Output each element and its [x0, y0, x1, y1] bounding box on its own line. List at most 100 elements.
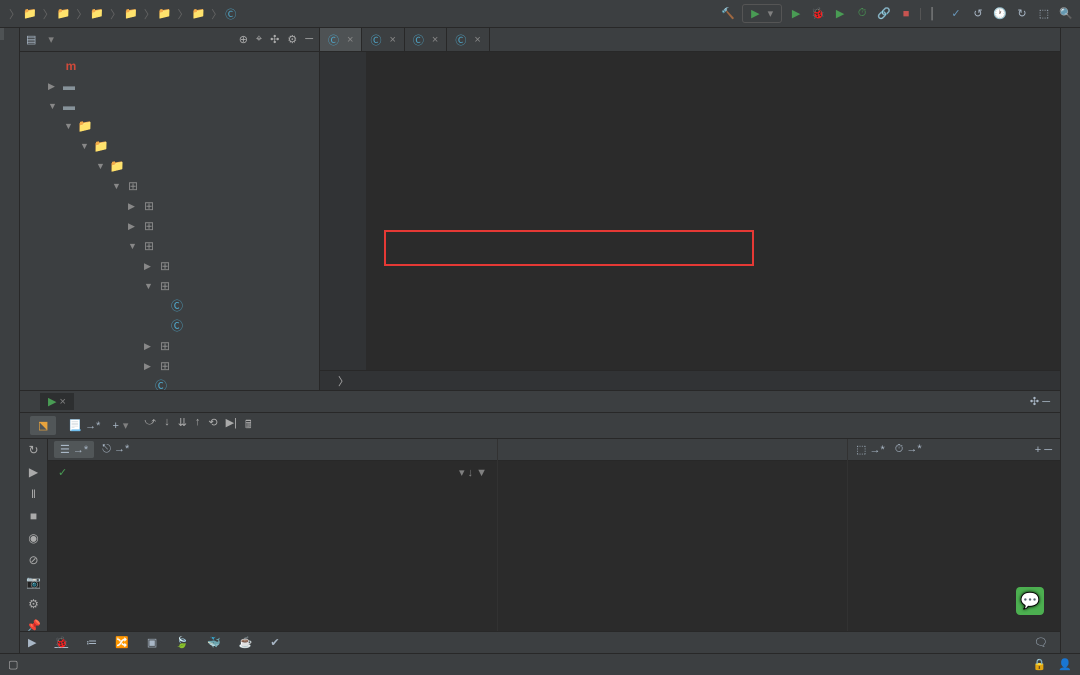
select-opened-icon[interactable]: ⌖: [256, 33, 262, 46]
add-watch-icon[interactable]: + ─: [1035, 444, 1052, 456]
tree-module[interactable]: ▶▬: [20, 76, 319, 96]
git-revert-icon[interactable]: ↻: [1014, 6, 1030, 22]
breakpoints-button[interactable]: ◉: [28, 531, 38, 545]
bottom-tab-todo[interactable]: ≔: [86, 636, 101, 649]
step-into-icon[interactable]: ↓: [164, 416, 170, 435]
settings-button[interactable]: ⚙: [28, 597, 39, 611]
tree-package[interactable]: ▶⊞: [20, 216, 319, 236]
editor-content[interactable]: [320, 52, 1060, 370]
status-icon[interactable]: ▢: [8, 658, 18, 671]
stop-button[interactable]: ■: [30, 509, 37, 523]
event-log[interactable]: 🗨: [1034, 636, 1052, 649]
tree-file[interactable]: m: [20, 56, 319, 76]
breadcrumb-item[interactable]: 📁: [23, 7, 40, 20]
dump-button[interactable]: 📷: [26, 575, 41, 589]
mute-breakpoints-button[interactable]: ⊘: [28, 553, 38, 567]
stop-button[interactable]: ■: [898, 6, 914, 22]
tree-package[interactable]: ▶⊞: [20, 196, 319, 216]
bottom-tab-run[interactable]: ▶: [28, 636, 40, 649]
frames-tab[interactable]: ☰ →*: [54, 441, 94, 458]
tab-database[interactable]: [1061, 40, 1080, 52]
project-tree[interactable]: m ▶▬ ▼▬ ▼📁 ▼📁 ▼📁 ▼⊞ ▶⊞ ▶⊞ ▼⊞ ▶⊞ ▼⊞ Ⓒ Ⓒ ▶…: [20, 52, 319, 390]
hector-icon[interactable]: 👤: [1058, 658, 1072, 671]
run-to-cursor-icon[interactable]: ▶|: [226, 416, 237, 435]
tab-structure[interactable]: [0, 40, 4, 52]
bottom-tab-debug[interactable]: 🐞: [54, 636, 72, 649]
editor-tab[interactable]: Ⓒ×: [362, 28, 404, 51]
step-over-icon[interactable]: ⤻: [144, 416, 156, 435]
hide-icon[interactable]: ✣: [270, 33, 279, 46]
tree-package[interactable]: ▼⊞: [20, 236, 319, 256]
threads-tab[interactable]: ⎋ →*: [102, 443, 129, 456]
bottom-tab-vcs[interactable]: 🔀: [115, 636, 133, 649]
tree-package[interactable]: ▶⊞: [20, 336, 319, 356]
frames-list[interactable]: [48, 484, 497, 653]
run-button[interactable]: ▶: [788, 6, 804, 22]
tree-package[interactable]: ▶⊞: [20, 256, 319, 276]
editor-breadcrumb[interactable]: 〉: [320, 370, 1060, 390]
git-history-icon[interactable]: 🕐: [992, 6, 1008, 22]
tree-package[interactable]: ▼⊞: [20, 276, 319, 296]
rerun-button[interactable]: ↻: [28, 443, 38, 457]
code-view[interactable]: [366, 52, 1060, 370]
tab-favorites[interactable]: [0, 52, 4, 64]
attach-button[interactable]: 🔗: [876, 6, 892, 22]
pause-button[interactable]: ‖: [31, 487, 36, 501]
line-gutter[interactable]: [320, 52, 366, 370]
minimize-icon[interactable]: ✣ ─: [1030, 395, 1050, 408]
search-icon[interactable]: 🔍: [1058, 6, 1074, 22]
drop-frame-icon[interactable]: ⟲: [208, 416, 217, 435]
bottom-tab-spring[interactable]: 🍃: [175, 636, 193, 649]
build-icon[interactable]: 🔨: [720, 6, 736, 22]
minimize-icon[interactable]: ─: [305, 33, 313, 46]
tree-class[interactable]: Ⓒ: [20, 376, 319, 390]
tree-folder[interactable]: ▼📁: [20, 136, 319, 156]
breadcrumb-item[interactable]: 📁: [192, 7, 209, 20]
force-step-into-icon[interactable]: ⇊: [178, 416, 187, 435]
debug-run-config[interactable]: ▶ ×: [40, 393, 74, 410]
tree-class[interactable]: Ⓒ: [20, 316, 319, 336]
thread-selector[interactable]: ✓▾ ↓ ▼: [52, 463, 493, 482]
profile-button[interactable]: ⏱: [854, 6, 870, 22]
breadcrumb-item[interactable]: 📁: [90, 7, 107, 20]
add-tab-icon[interactable]: +: [112, 420, 118, 432]
tab-maven[interactable]: [1061, 64, 1080, 76]
tree-source-folder[interactable]: ▼📁: [20, 156, 319, 176]
tab-project[interactable]: [0, 28, 4, 40]
breadcrumb-item[interactable]: 📁: [124, 7, 141, 20]
bottom-tab-docker[interactable]: 🐳: [207, 636, 225, 649]
tab-web[interactable]: [0, 64, 4, 76]
structure-icon[interactable]: ⬚: [1036, 6, 1052, 22]
settings-icon[interactable]: ⚙: [287, 33, 297, 46]
debugger-tab[interactable]: ⬔: [30, 416, 56, 435]
editor-tab[interactable]: Ⓒ×: [447, 28, 489, 51]
resume-button[interactable]: ▶: [29, 465, 38, 479]
git-update-icon[interactable]: ✓: [948, 6, 964, 22]
bottom-tab-terminal[interactable]: ▣: [147, 636, 161, 649]
memory-tab[interactable]: ⬚ →*: [856, 443, 885, 456]
lock-icon[interactable]: 🔒: [1033, 658, 1047, 671]
bottom-tab-luacheck[interactable]: ✔: [270, 636, 283, 649]
editor-tab[interactable]: Ⓒ×: [405, 28, 447, 51]
close-icon[interactable]: ×: [389, 34, 395, 46]
collapse-icon[interactable]: ⊕: [239, 33, 248, 46]
tree-module[interactable]: ▼▬: [20, 96, 319, 116]
tree-package[interactable]: ▼⊞: [20, 176, 319, 196]
overhead-tab[interactable]: ⏱ →*: [895, 443, 922, 456]
close-icon[interactable]: ×: [347, 34, 353, 46]
bottom-tab-jee[interactable]: ☕: [239, 636, 257, 649]
editor-tab[interactable]: Ⓒ×: [320, 28, 362, 51]
variables-list[interactable]: [498, 461, 847, 653]
debug-button[interactable]: 🐞: [810, 6, 826, 22]
tree-class[interactable]: Ⓒ: [20, 296, 319, 316]
step-out-icon[interactable]: ↑: [195, 416, 201, 435]
tab-bean-validation[interactable]: [1061, 52, 1080, 64]
tab-ant-build[interactable]: [1061, 28, 1080, 40]
coverage-button[interactable]: ▶: [832, 6, 848, 22]
breadcrumb-item[interactable]: 📁: [158, 7, 175, 20]
close-icon[interactable]: ×: [474, 34, 480, 46]
console-tab[interactable]: 📃 →*: [60, 416, 108, 435]
tree-folder[interactable]: ▼📁: [20, 116, 319, 136]
breadcrumb-item[interactable]: Ⓒ: [225, 6, 239, 22]
evaluate-icon[interactable]: 🖩: [245, 416, 252, 435]
